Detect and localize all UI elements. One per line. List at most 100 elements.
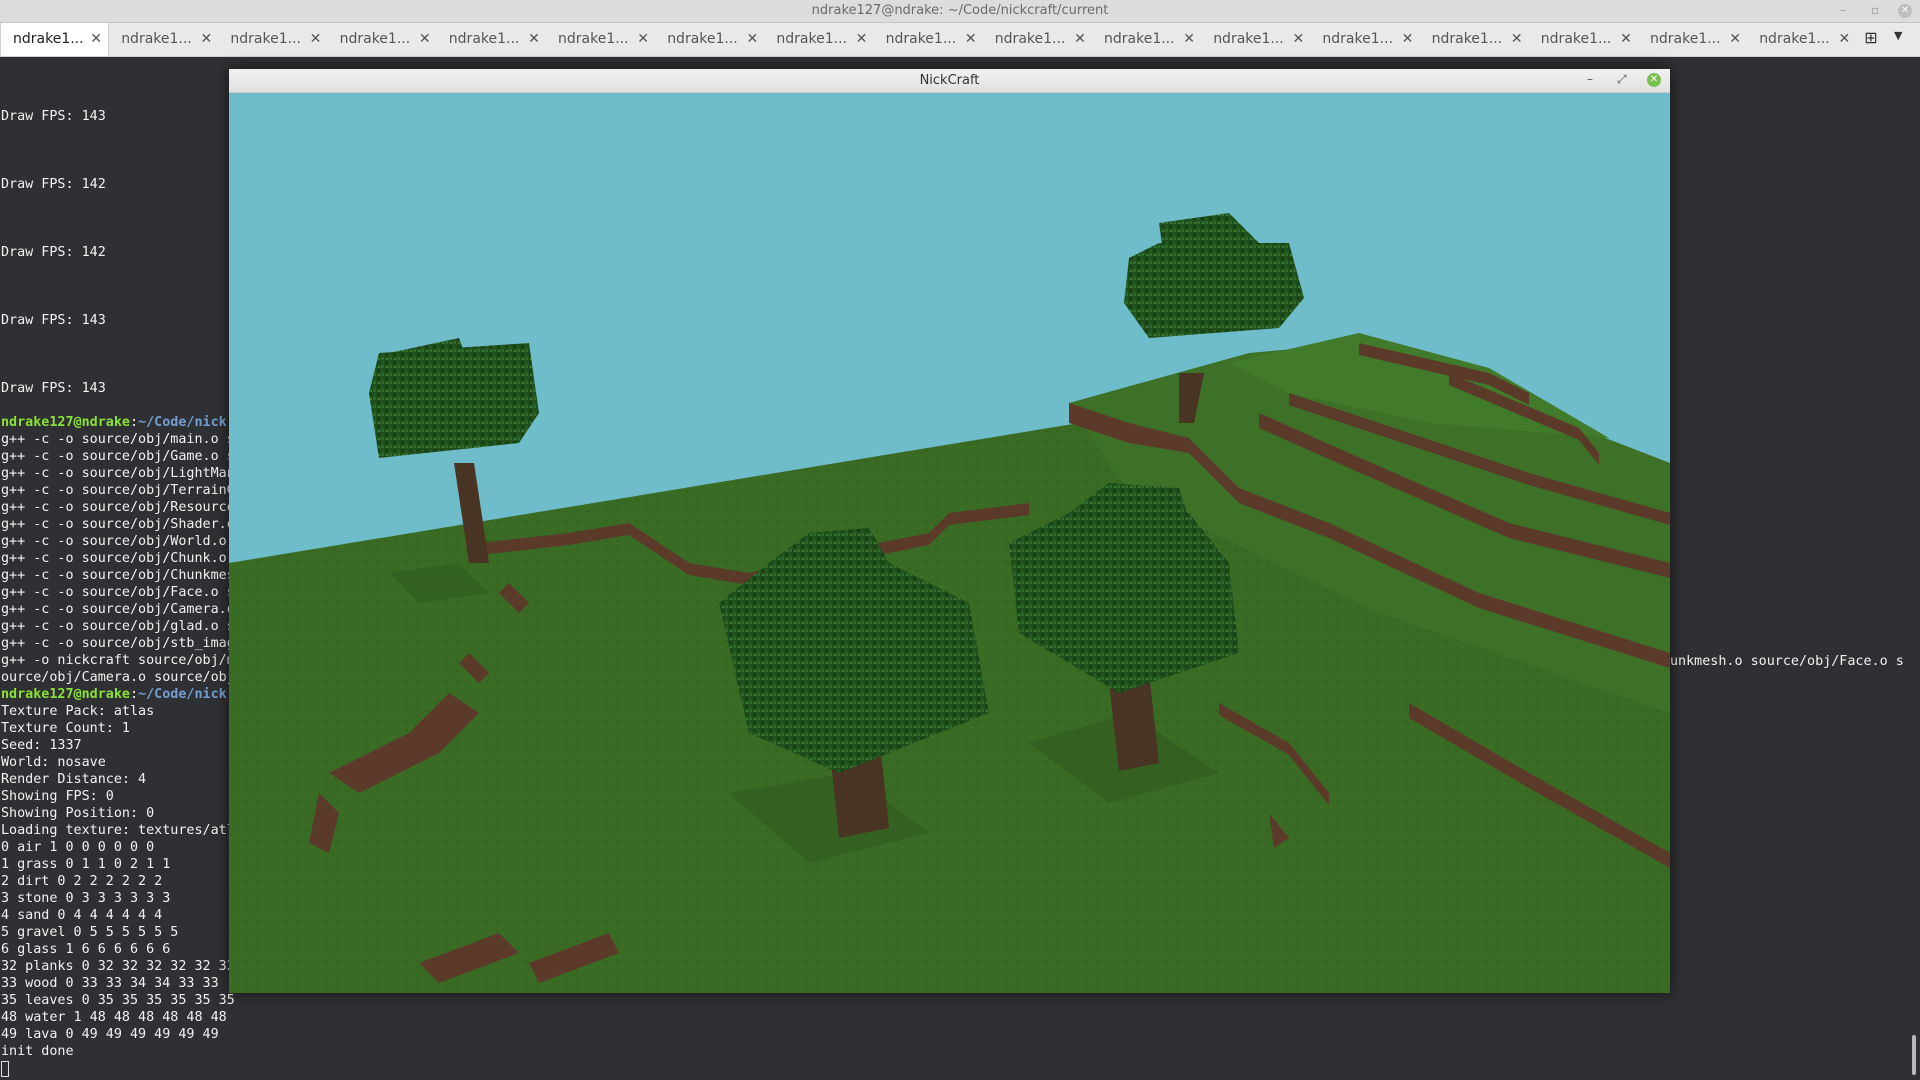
terminal-minimize-icon[interactable]: – <box>1840 3 1846 17</box>
tab-label: ndrake1... <box>1322 31 1393 47</box>
terminal-line: g++ -c -o source/obj/Shader.o <box>1 517 235 532</box>
tab-label: ndrake1... <box>667 31 738 47</box>
tab-label: ndrake1... <box>558 31 629 47</box>
terminal-line: g++ -c -o source/obj/Resource <box>1 500 235 515</box>
terminal-line: 32 planks 0 32 32 32 32 32 32 <box>1 959 235 974</box>
terminal-line: ource/obj/Camera.o source/obj <box>1 670 235 685</box>
maximize-icon[interactable]: ⤢ <box>1617 72 1627 87</box>
tab-label: ndrake1... <box>230 31 301 47</box>
tab-close-icon[interactable]: ✕ <box>1511 23 1523 56</box>
terminal-line: 2 dirt 0 2 2 2 2 2 2 <box>1 874 163 889</box>
terminal-line: 5 gravel 0 5 5 5 5 5 5 <box>1 925 179 940</box>
terminal-line: g++ -c -o source/obj/main.o s <box>1 432 235 447</box>
tab-terminal[interactable]: ndrake1... ✕ <box>1420 23 1529 56</box>
tab-close-icon[interactable]: ✕ <box>965 23 977 56</box>
minimize-icon[interactable]: – <box>1587 72 1593 86</box>
tab-label: ndrake1... <box>1540 31 1612 47</box>
tab-close-icon[interactable]: ✕ <box>90 23 102 56</box>
tab-terminal[interactable]: ndrake1... ✕ <box>1529 23 1638 56</box>
terminal-line: Texture Count: 1 <box>1 721 130 736</box>
tab-label: ndrake1... <box>121 31 192 47</box>
tab-terminal[interactable]: ndrake1... ✕ <box>109 23 218 56</box>
tab-close-icon[interactable]: ✕ <box>746 23 758 56</box>
tab-terminal[interactable]: ndrake1... ✕ <box>1638 23 1747 56</box>
tab-terminal[interactable]: ndrake1... ✕ <box>874 23 983 56</box>
terminal-line: g++ -c -o source/obj/World.o <box>1 534 227 549</box>
tab-close-icon[interactable]: ✕ <box>1838 23 1850 56</box>
tab-label: ndrake1... <box>13 31 84 47</box>
game-window: NickCraft – ⤢ ✕ <box>229 69 1670 993</box>
terminal-line: 49 lava 0 49 49 49 49 49 49 <box>1 1027 219 1042</box>
tab-terminal[interactable]: ndrake1... ✕ <box>328 23 437 56</box>
tab-bar: ndrake1... ✕ ndrake1... ✕ ndrake1... ✕ ndrake1… <box>0 23 1920 57</box>
terminal-line: Draw FPS: 142 <box>1 245 106 260</box>
tab-close-icon[interactable]: ✕ <box>1402 23 1414 56</box>
terminal-line: Showing Position: 0 <box>1 806 155 821</box>
terminal-line: 4 sand 0 4 4 4 4 4 4 <box>1 908 163 923</box>
terminal-line: Draw FPS: 143 <box>1 313 106 328</box>
tab-terminal[interactable]: ndrake1... ✕ <box>546 23 655 56</box>
terminal-line: 1 grass 0 1 1 0 2 1 1 <box>1 857 171 872</box>
terminal-line: g++ -c -o source/obj/stb_imag <box>1 636 235 651</box>
terminal-cursor <box>1 1061 9 1077</box>
tab-close-icon[interactable]: ✕ <box>637 23 649 56</box>
terminal-line: 3 stone 0 3 3 3 3 3 3 <box>1 891 171 906</box>
tab-close-icon[interactable]: ✕ <box>1183 23 1195 56</box>
terminal-line: unkmesh.o source/obj/Face.o s <box>1670 654 1904 669</box>
terminal-line: g++ -c -o source/obj/Chunkmes <box>1 568 235 583</box>
terminal-line: Draw FPS: 143 <box>1 109 106 124</box>
tab-close-icon[interactable]: ✕ <box>1729 23 1741 56</box>
tab-close-icon[interactable]: ✕ <box>1074 23 1086 56</box>
terminal-line: Render Distance: 4 <box>1 772 147 787</box>
terminal-line: g++ -o nickcraft source/obj/m <box>1 653 235 668</box>
tab-terminal[interactable]: ndrake1... ✕ <box>1310 23 1419 56</box>
tab-close-icon[interactable]: ✕ <box>1292 23 1304 56</box>
terminal-line: Draw FPS: 143 <box>1 381 106 396</box>
terminal-line: g++ -c -o source/obj/glad.o s <box>1 619 235 634</box>
tab-close-icon[interactable]: ✕ <box>856 23 868 56</box>
tab-terminal[interactable]: ndrake1... ✕ <box>218 23 327 56</box>
terminal-titlebar: ndrake127@ndrake: ~/Code/nickcraft/curre… <box>0 0 1920 23</box>
terminal-line: 35 leaves 0 35 35 35 35 35 35 <box>1 993 235 1008</box>
tab-terminal[interactable]: ndrake1... ✕ <box>437 23 546 56</box>
terminal-line: g++ -c -o source/obj/Face.o s <box>1 585 235 600</box>
tab-label: ndrake1... <box>1759 31 1830 47</box>
terminal-line: g++ -c -o source/obj/Game.o s <box>1 449 235 464</box>
terminal-line: Showing FPS: 0 <box>1 789 114 804</box>
tab-terminal[interactable]: ndrake1... ✕ <box>655 23 764 56</box>
tab-label: ndrake1... <box>885 31 957 47</box>
tab-close-icon[interactable]: ✕ <box>419 23 431 56</box>
tab-label: ndrake1... <box>1431 31 1503 47</box>
tab-label: ndrake1... <box>1104 31 1175 47</box>
tab-label: ndrake1... <box>339 31 411 47</box>
terminal-line: 6 glass 1 6 6 6 6 6 6 <box>1 942 171 957</box>
terminal-line: Draw FPS: 142 <box>1 177 106 192</box>
terminal-prompt: ndrake127@ndrake:~/Code/nick <box>1 415 227 430</box>
terminal-line: g++ -c -o source/obj/Camera.o <box>1 602 235 617</box>
terminal-line: g++ -c -o source/obj/LightMan <box>1 466 235 481</box>
game-viewport[interactable] <box>229 93 1670 993</box>
tab-close-icon[interactable]: ✕ <box>1620 23 1632 56</box>
terminal-line: 48 water 1 48 48 48 48 48 48 <box>1 1010 227 1025</box>
terminal-prompt: ndrake127@ndrake:~/Code/nick <box>1 687 227 702</box>
new-tab-icon[interactable]: ⊞ <box>1862 29 1880 47</box>
terminal-line: g++ -c -o source/obj/Chunk.o <box>1 551 227 566</box>
tab-terminal[interactable]: ndrake1... ✕ <box>1092 23 1201 56</box>
tab-close-icon[interactable]: ✕ <box>310 23 322 56</box>
tab-terminal[interactable]: ndrake1... ✕ <box>0 23 109 56</box>
terminal-scrollbar[interactable] <box>1912 1035 1916 1075</box>
tab-label: ndrake1... <box>1650 31 1721 47</box>
close-icon[interactable]: ✕ <box>1647 73 1661 87</box>
terminal-maximize-icon[interactable]: ▫ <box>1871 3 1879 17</box>
terminal-line: init done <box>1 1044 74 1059</box>
tab-label: ndrake1... <box>448 31 520 47</box>
tab-terminal[interactable]: ndrake1... ✕ <box>983 23 1092 56</box>
tab-terminal[interactable]: ndrake1... ✕ <box>764 23 873 56</box>
tab-terminal[interactable]: ndrake1... ✕ <box>1747 23 1856 56</box>
game-window-titlebar[interactable]: NickCraft – ⤢ ✕ <box>229 69 1670 93</box>
tab-close-icon[interactable]: ✕ <box>200 23 212 56</box>
tab-close-icon[interactable]: ✕ <box>528 23 540 56</box>
terminal-close-icon[interactable]: ✕ <box>1898 4 1912 18</box>
tab-menu-chevron-down-icon[interactable]: ▼ <box>1894 29 1902 42</box>
tab-terminal[interactable]: ndrake1... ✕ <box>1201 23 1310 56</box>
